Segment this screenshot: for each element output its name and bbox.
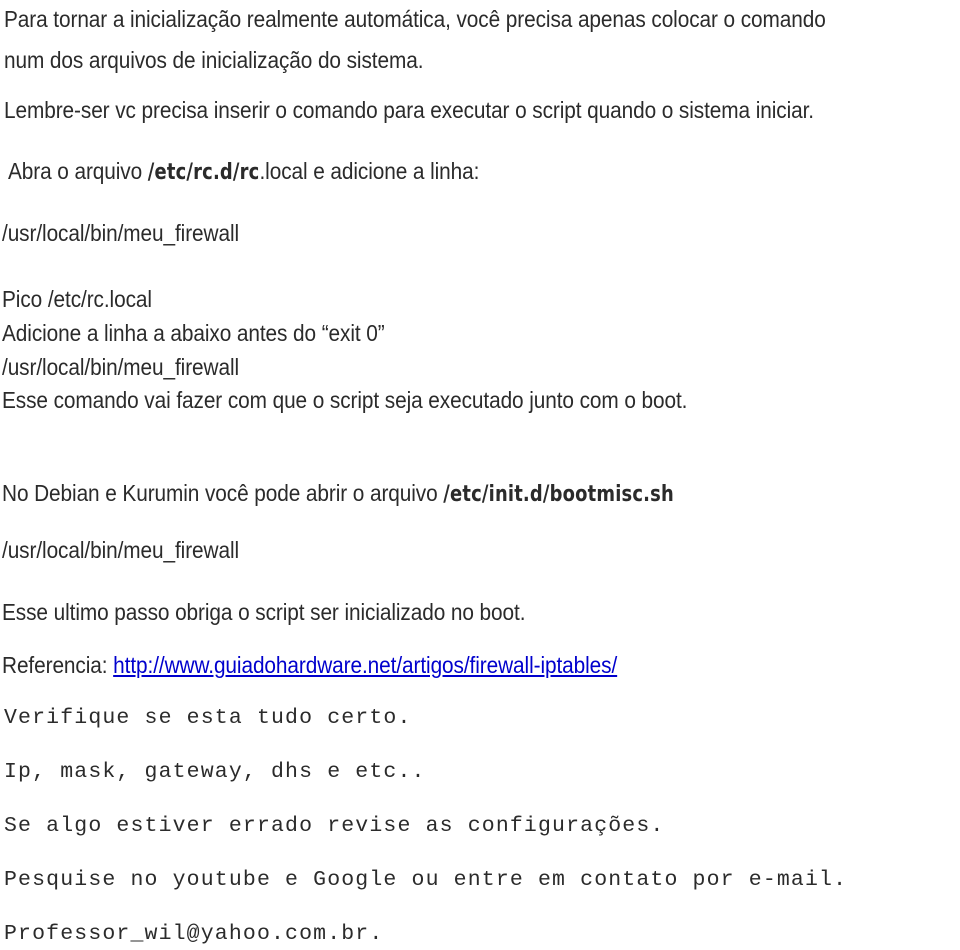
intro-line-1: Para tornar a inicialização realmente au… (4, 6, 826, 32)
debian-path-bold: /etc/init.d/bootmisc.sh (443, 482, 674, 507)
document-page: Para tornar a inicialização realmente au… (0, 0, 960, 950)
reference-link[interactable]: http://www.guiadohardware.net/artigos/fi… (113, 652, 617, 678)
mono-line-verifique: Verifique se esta tudo certo. (4, 706, 412, 730)
add-line-instruction: Adicione a linha a abaixo antes do “exit… (2, 320, 385, 346)
open-file-suffix: e adicione a linha: (307, 158, 480, 184)
firewall-path-1: /usr/local/bin/meu_firewall (2, 220, 240, 246)
debian-instruction: No Debian e Kurumin você pode abrir o ar… (2, 482, 674, 506)
mono-line-ip-mask: Ip, mask, gateway, dhs e etc.. (4, 760, 426, 784)
firewall-path-3: /usr/local/bin/meu_firewall (2, 537, 240, 563)
reminder-line: Lembre-ser vc precisa inserir o comando … (4, 97, 814, 123)
pico-command-line: Pico /etc/rc.local (2, 286, 152, 312)
mono-line-pesquise: Pesquise no youtube e Google ou entre em… (4, 868, 848, 892)
intro-line-2: num dos arquivos de inicialização do sis… (4, 47, 424, 73)
firewall-path-2: /usr/local/bin/meu_firewall (2, 354, 240, 380)
open-file-prefix: Abra o arquivo (8, 158, 148, 184)
reference-line: Referencia: http://www.guiadohardware.ne… (2, 654, 617, 677)
open-file-instruction: Abra o arquivo /etc/rc.d/rc.local e adic… (8, 160, 479, 184)
open-file-path-plain: .local (259, 158, 308, 184)
boot-explanation: Esse comando vai fazer com que o script … (2, 387, 688, 413)
mono-line-email: Professor_wil@yahoo.com.br. (4, 922, 384, 946)
reference-label: Referencia: (2, 652, 114, 678)
last-step-line: Esse ultimo passo obriga o script ser in… (2, 599, 526, 625)
open-file-path-bold: /etc/rc.d/rc (147, 160, 260, 185)
debian-prefix: No Debian e Kurumin você pode abrir o ar… (2, 480, 444, 506)
mono-line-se-algo: Se algo estiver errado revise as configu… (4, 814, 665, 838)
